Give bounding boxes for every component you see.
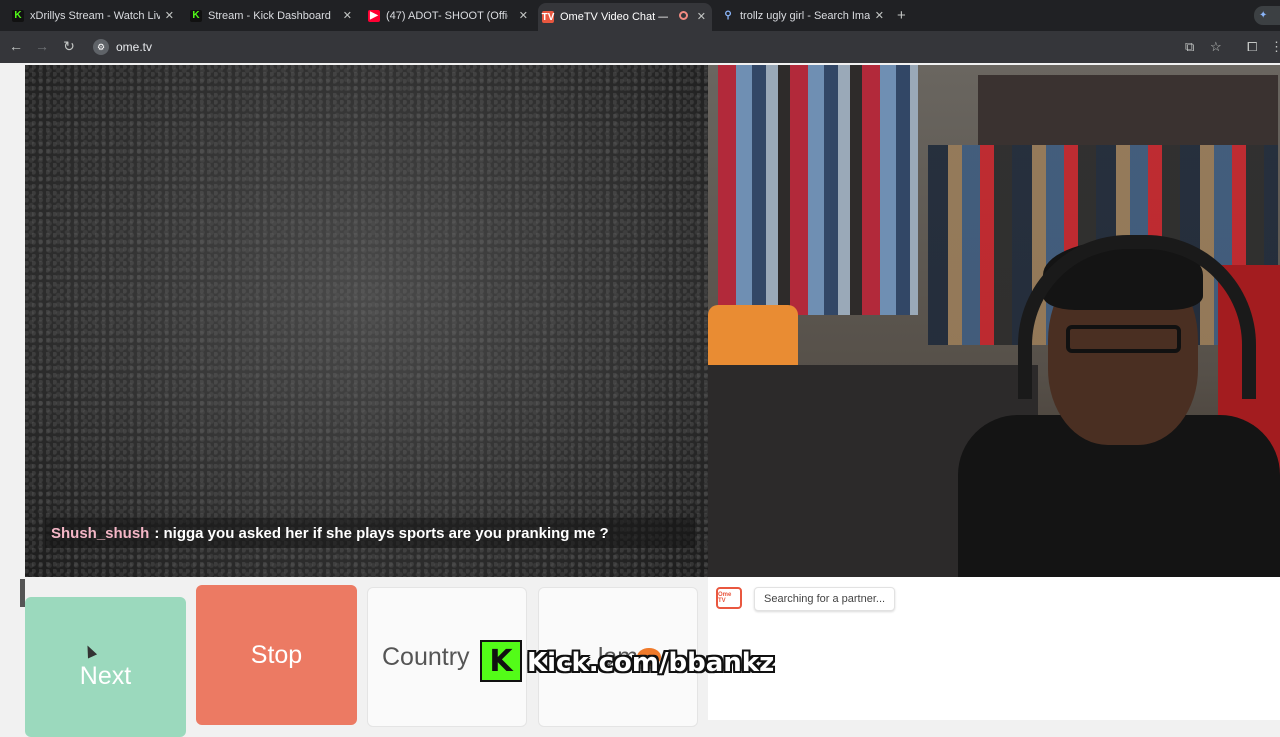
back-icon[interactable]: ← (7, 38, 25, 54)
closet-shelf (978, 75, 1278, 145)
kick-icon: K (12, 9, 24, 22)
tab-title: (47) ADOT- SHOOT (Official Mu (386, 9, 508, 22)
menu-icon[interactable]: ⋮ (1270, 39, 1280, 55)
chat-username: Shush_shush (51, 524, 150, 542)
close-tab-icon[interactable]: ✕ (165, 9, 174, 22)
ometv-icon: TV (541, 11, 555, 23)
tab-google-images[interactable]: ⚲ trollz ugly girl - Search Images ✕ (718, 4, 890, 27)
tab-xdrillys-stream[interactable]: K xDrillys Stream - Watch Live on ✕ (8, 4, 180, 27)
partner-video-static: Shush_shush : nigga you asked her if she… (25, 65, 708, 577)
cast-icon[interactable]: ⧉ (1185, 39, 1194, 55)
bookmark-star-icon[interactable]: ☆ (1210, 39, 1222, 55)
tab-title: trollz ugly girl - Search Images (740, 9, 870, 22)
youtube-icon: ▶ (368, 9, 380, 22)
status-message: Searching for a partner... (754, 587, 896, 611)
kick-logo-icon: K (480, 640, 522, 682)
ometv-page: Shush_shush : nigga you asked her if she… (0, 63, 1280, 737)
tab-kick-dashboard[interactable]: K Stream - Kick Dashboard ✕ (186, 4, 358, 27)
close-tab-icon[interactable]: ✕ (875, 9, 884, 22)
tab-title: OmeTV Video Chat — Ome (560, 11, 668, 23)
chat-panel: Ome TV Searching for a partner... (708, 577, 1280, 720)
tab-strip: K xDrillys Stream - Watch Live on ✕ K St… (0, 0, 1280, 31)
streamer (958, 215, 1280, 577)
tab-ometv-active[interactable]: TV OmeTV Video Chat — Ome ✕ (538, 3, 712, 31)
country-label: Country (382, 642, 470, 671)
close-tab-icon[interactable]: ✕ (697, 10, 706, 23)
navigation-bar: ← → ↻ ⚙ ome.tv ⧉ ☆ ⧠ ⋮ (0, 31, 1280, 63)
kick-icon: K (190, 9, 202, 22)
ometv-logo-icon: Ome TV (716, 587, 742, 609)
close-tab-icon[interactable]: ✕ (519, 9, 528, 22)
tab-title: Stream - Kick Dashboard (208, 9, 331, 22)
kick-channel-overlay: Kick.com/bbankz (527, 648, 775, 678)
forward-icon[interactable]: → (33, 38, 51, 54)
site-info-icon[interactable]: ⚙ (93, 39, 109, 55)
tab-adot-shoot[interactable]: ▶ (47) ADOT- SHOOT (Official Mu ✕ (364, 4, 534, 27)
chat-overlay-line: Shush_shush : nigga you asked her if she… (45, 518, 695, 548)
close-tab-icon[interactable]: ✕ (343, 9, 352, 22)
new-tab-icon[interactable]: + (897, 7, 906, 24)
stop-button[interactable]: Stop (196, 585, 357, 725)
chat-message: : nigga you asked her if she plays sport… (154, 524, 609, 542)
tab-title: xDrillys Stream - Watch Live on (30, 9, 160, 22)
self-webcam-video (708, 65, 1280, 577)
next-button[interactable]: Next (25, 597, 186, 737)
glasses (1066, 325, 1181, 353)
search-icon: ⚲ (724, 10, 732, 21)
extensions-icon[interactable]: ⧠ (1247, 39, 1257, 55)
reload-icon[interactable]: ↻ (60, 38, 78, 55)
address-bar[interactable]: ⚙ ome.tv (88, 35, 1278, 59)
gemini-icon[interactable]: ✦ (1254, 6, 1280, 25)
hanging-clothes (718, 65, 918, 315)
recording-icon (679, 11, 688, 20)
url-text[interactable]: ome.tv (116, 40, 152, 54)
